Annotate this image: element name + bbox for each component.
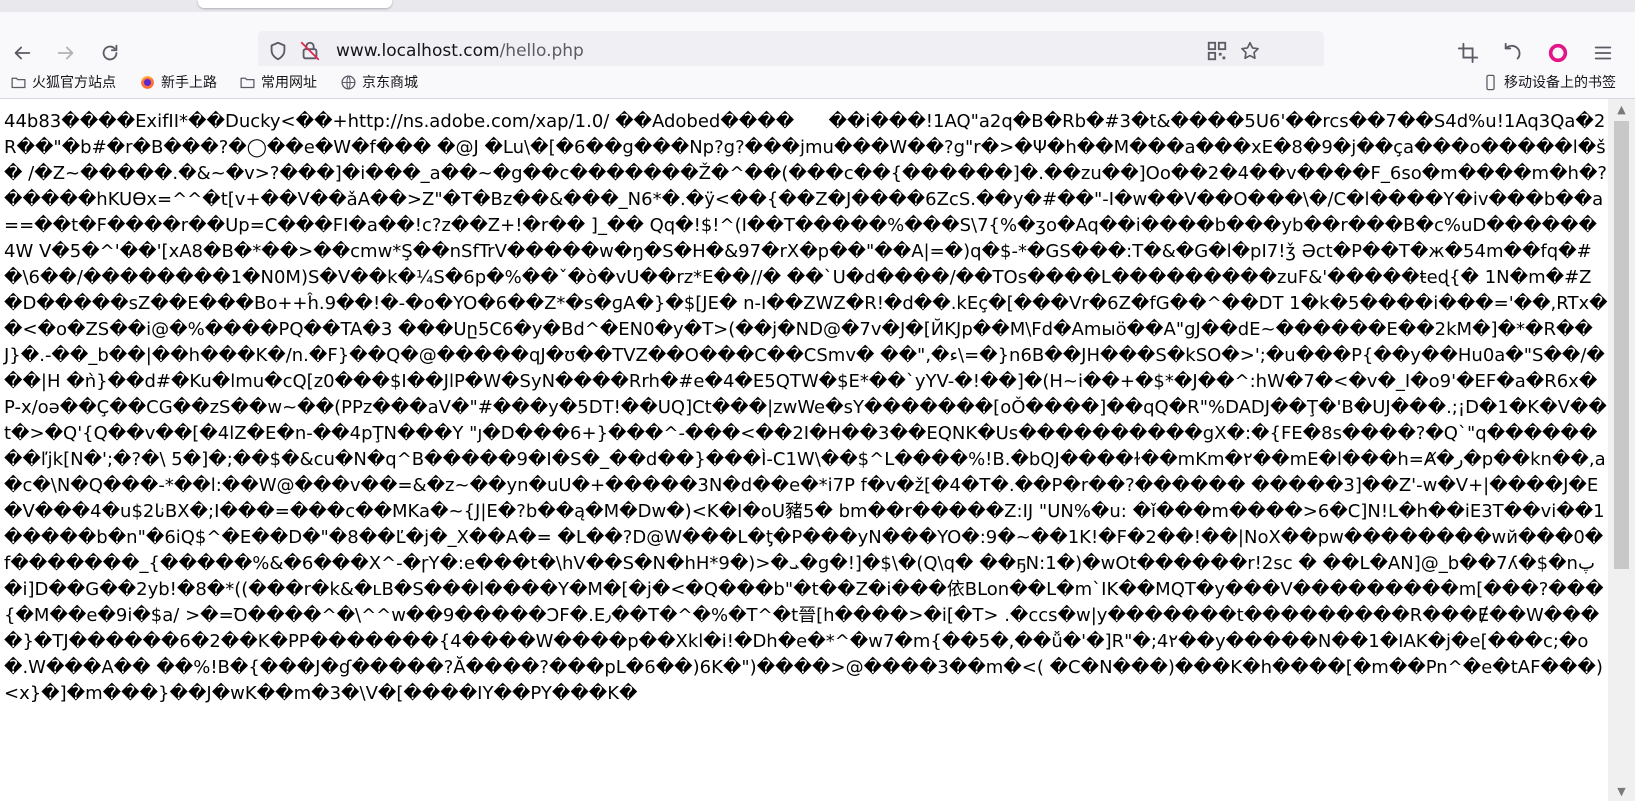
back-button[interactable] bbox=[5, 36, 39, 70]
folder-icon bbox=[240, 77, 255, 88]
menu-button[interactable] bbox=[1586, 36, 1620, 70]
bookmark-label: 火狐官方站点 bbox=[32, 75, 116, 91]
mobile-bookmarks-label: 移动设备上的书签 bbox=[1504, 75, 1616, 91]
screenshot-button[interactable] bbox=[1451, 36, 1485, 70]
vertical-scrollbar[interactable]: ▲ ▼ bbox=[1608, 99, 1635, 801]
navigation-toolbar: www.localhost.com/hello.php bbox=[0, 12, 1635, 71]
address-bar[interactable]: www.localhost.com/hello.php bbox=[258, 31, 1324, 71]
back-arrow-icon bbox=[14, 46, 31, 60]
crop-icon bbox=[1457, 42, 1479, 64]
account-button[interactable] bbox=[1541, 36, 1575, 70]
reload-button[interactable] bbox=[93, 36, 127, 70]
bookmark-item-getting-started[interactable]: 新手上路 bbox=[139, 72, 217, 92]
page-content: 44b83����ExifII*��Ducky<��+http://ns.ado… bbox=[0, 99, 1608, 801]
reload-icon bbox=[102, 44, 118, 61]
account-ring-icon bbox=[1548, 43, 1568, 63]
active-tab[interactable] bbox=[198, 0, 392, 8]
shield-icon[interactable] bbox=[267, 40, 289, 62]
tab-strip bbox=[0, 0, 1635, 12]
bookmark-item-common-sites[interactable]: 常用网址 bbox=[239, 72, 317, 92]
folder-icon bbox=[11, 77, 26, 88]
forward-arrow-icon bbox=[57, 46, 74, 60]
scroll-thumb[interactable] bbox=[1614, 121, 1629, 569]
scroll-down-arrow-icon[interactable]: ▼ bbox=[1608, 781, 1635, 801]
qr-code-icon[interactable] bbox=[1206, 40, 1228, 62]
undo-arrow-icon bbox=[1504, 42, 1521, 60]
bookmark-label: 常用网址 bbox=[261, 75, 317, 91]
firefox-icon bbox=[141, 75, 154, 89]
url-host: www.localhost.com bbox=[336, 41, 500, 61]
bookmarks-toolbar: 火狐官方站点 新手上路 常用网址 京东商城 移动设备上的书签 bbox=[0, 66, 1635, 99]
undo-button[interactable] bbox=[1496, 36, 1530, 70]
bookmark-star-icon[interactable] bbox=[1239, 40, 1261, 62]
bookmark-item-firefox-official[interactable]: 火狐官方站点 bbox=[10, 72, 116, 92]
bookmark-label: 新手上路 bbox=[161, 75, 217, 91]
forward-button[interactable] bbox=[49, 36, 83, 70]
raw-binary-text[interactable]: 44b83����ExifII*��Ducky<��+http://ns.ado… bbox=[0, 99, 1608, 707]
bookmark-item-jd-mall[interactable]: 京东商城 bbox=[340, 72, 418, 92]
mobile-device-icon bbox=[1486, 74, 1495, 90]
globe-icon bbox=[341, 74, 356, 90]
scroll-up-arrow-icon[interactable]: ▲ bbox=[1608, 99, 1635, 119]
hamburger-menu-icon bbox=[1594, 46, 1612, 60]
url-text[interactable]: www.localhost.com/hello.php bbox=[336, 41, 584, 61]
insecure-lock-icon[interactable] bbox=[299, 40, 321, 62]
url-path: /hello.php bbox=[499, 41, 584, 61]
mobile-bookmarks-button[interactable]: 移动设备上的书签 bbox=[1482, 72, 1616, 92]
bookmark-label: 京东商城 bbox=[362, 75, 418, 91]
